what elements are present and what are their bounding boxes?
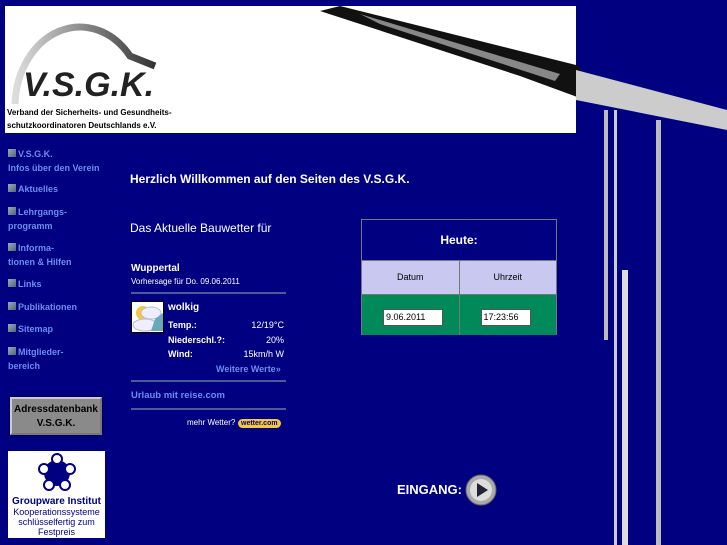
- divider: [131, 408, 286, 410]
- wetter-com-logo[interactable]: wetter.com: [238, 419, 281, 428]
- more-weather-text: mehr Wetter?: [187, 418, 236, 427]
- crane-image: [576, 70, 727, 545]
- crane-image: [320, 6, 580, 98]
- bullet-icon: [8, 184, 16, 192]
- subtitle: Verband der Sicherheits- und Gesundheits…: [7, 108, 172, 117]
- bullet-icon: [8, 347, 16, 355]
- time-field[interactable]: [480, 308, 531, 326]
- bullet-icon: [8, 302, 16, 310]
- nav-label[interactable]: V.S.G.K.: [18, 149, 53, 159]
- button-label: Adressdatenbank: [14, 404, 98, 415]
- groupware-text: schlüsselfertig zum: [18, 517, 95, 527]
- nav-label[interactable]: Mitglieder-: [18, 347, 64, 357]
- divider: [131, 380, 286, 382]
- groupware-text: Kooperationssysteme: [13, 507, 100, 517]
- weather-forecast-date: Vorhersage für Do. 09.06.2011: [131, 277, 240, 286]
- today-panel: Heute: Datum Uhrzeit: [361, 219, 557, 335]
- time-label: Uhrzeit: [493, 272, 522, 282]
- nav-sitemap[interactable]: Sitemap: [8, 322, 53, 336]
- temp-label: Temp.:: [168, 320, 197, 330]
- nav-publikationen[interactable]: Publikationen: [8, 300, 77, 314]
- nav-informationen[interactable]: Informa-tionen & Hilfen: [8, 241, 72, 269]
- nav-label[interactable]: Aktuelles: [18, 184, 58, 194]
- welcome-heading: Herzlich Willkommen auf den Seiten des V…: [130, 172, 410, 186]
- wind-label: Wind:: [168, 349, 193, 359]
- nav-label[interactable]: Links: [18, 279, 42, 289]
- date-label: Datum: [362, 261, 460, 294]
- nav-lehrgang[interactable]: Lehrgangs-programm: [8, 205, 67, 233]
- cloudy-sun-icon: [131, 301, 164, 333]
- nav-label[interactable]: Infos über den Verein: [8, 163, 100, 173]
- nav-mitglieder[interactable]: Mitglieder-bereich: [8, 345, 64, 373]
- groupware-ad[interactable]: Groupware Institut Kooperationssysteme s…: [8, 451, 105, 538]
- nav-label[interactable]: programm: [8, 221, 53, 231]
- adressdatenbank-button[interactable]: Adressdatenbank V.S.G.K.: [10, 397, 102, 435]
- divider: [131, 292, 286, 294]
- nav-label[interactable]: tionen & Hilfen: [8, 257, 72, 267]
- nav-links[interactable]: Links: [8, 277, 42, 291]
- groupware-logo-icon: [37, 453, 76, 491]
- precip-value: 20%: [265, 334, 284, 345]
- bullet-icon: [8, 324, 16, 332]
- groupware-text: Festpreis: [37, 527, 75, 537]
- nav-aktuelles[interactable]: Aktuelles: [8, 182, 58, 196]
- reise-link[interactable]: Urlaub mit reise.com: [131, 390, 225, 401]
- entry-play-button[interactable]: [465, 474, 497, 506]
- subtitle: schutzkoordinatoren Deutschlands e.V.: [7, 121, 157, 130]
- more-values-link[interactable]: Weitere Werte»: [216, 364, 281, 374]
- bullet-icon: [8, 279, 16, 287]
- nav-label[interactable]: bereich: [8, 361, 40, 371]
- groupware-title: Groupware Institut: [12, 496, 101, 507]
- temp-value: 12/19°C: [251, 320, 284, 330]
- nav-label[interactable]: Publikationen: [18, 302, 77, 312]
- precip-label: Niederschl.?:: [168, 334, 226, 345]
- bullet-icon: [8, 149, 16, 157]
- weather-city: Wuppertal: [131, 263, 180, 274]
- wind-value: 15km/h W: [243, 349, 284, 359]
- date-field[interactable]: [383, 308, 443, 326]
- entry-label: EINGANG:: [397, 482, 462, 497]
- button-label: V.S.G.K.: [36, 418, 76, 429]
- nav-label[interactable]: Sitemap: [18, 324, 53, 334]
- bullet-icon: [8, 243, 16, 251]
- logo-text: V.S.G.K.: [23, 66, 155, 104]
- nav-label[interactable]: Lehrgangs-: [18, 207, 67, 217]
- weather-condition: wolkig: [168, 302, 200, 313]
- today-title: Heute:: [362, 220, 556, 261]
- bullet-icon: [8, 207, 16, 215]
- weather-heading: Das Aktuelle Bauwetter für: [130, 221, 272, 235]
- header-banner: V.S.G.K. Verband der Sicherheits- und Ge…: [5, 6, 580, 133]
- nav-label[interactable]: Informa-: [18, 243, 54, 253]
- nav-vsgk[interactable]: V.S.G.K. Infos über den Verein: [8, 147, 100, 175]
